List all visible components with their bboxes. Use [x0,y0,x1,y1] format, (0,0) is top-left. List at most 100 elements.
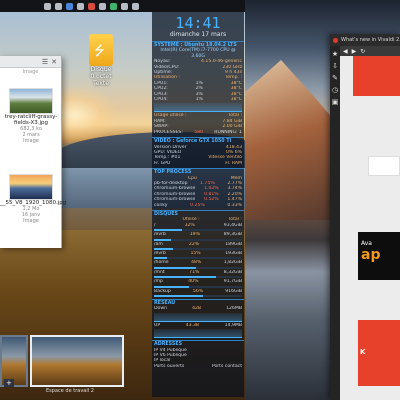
download-icon[interactable]: ⇩ [330,63,340,70]
conky-monitor: 14:41 dimanche 17 mars SYSTEME : Ubuntu … [152,12,244,397]
browser-titlebar[interactable]: What's new in Vivaldi 2.3 [330,34,400,46]
network-header: RESEAU [152,299,244,306]
disk-label: / [154,222,156,228]
browser-tab-title[interactable]: What's new in Vivaldi 2.3 [341,37,400,43]
net-down-graph [154,312,242,322]
tray-app-icon[interactable] [121,2,128,10]
notes-icon[interactable]: ✎ [330,75,340,82]
tray-app-icon[interactable] [132,2,139,10]
disk-label: /evrb [154,232,166,238]
usb-label: Disque [90,66,112,73]
disk-label: Backup [154,288,171,294]
net-down-value: 42B [192,306,202,312]
process-cpu: 0.25% [190,202,205,208]
workspace-thumbnail-active[interactable] [30,335,124,387]
disk-row: /evrb 19% 89,3GiB [152,232,244,237]
disk-usage-bar [154,285,242,288]
bookmark-icon[interactable]: ★ [330,51,340,58]
disk-usage-fill [154,229,183,232]
video-info-row: Fr. GPU Fr. RAM [152,161,244,166]
top-cpu-head: Cpu [187,175,197,181]
disk-label: /home [154,260,169,266]
net-down-label: Down [154,306,168,312]
process-row: conky 0.25% 0.33% [152,203,244,208]
disk-usage-fill [154,238,171,241]
disk-usage-bar [154,266,242,269]
disk-usage-bar [154,295,242,298]
usb-type: Texte [93,80,109,87]
cpu-temp: 38°C [230,97,242,103]
disk-usage-fill [154,257,168,260]
history-icon[interactable]: ◷ [330,87,340,94]
content-card[interactable] [368,156,400,176]
list-view-icon[interactable]: ☰ [42,58,48,66]
disk-label: /mp [154,279,163,285]
tray-app-icon[interactable] [44,2,51,10]
clock-time: 14:41 [175,14,221,32]
back-icon[interactable]: ◀ [343,48,348,55]
cpu-graph [154,103,242,113]
disk-total: 93,4GiB [223,222,242,228]
panel-icon[interactable]: ▣ [330,99,340,106]
tray-app-icon[interactable] [88,2,95,10]
process-mem: 0.33% [227,202,242,208]
net-down-total: 126MB [226,306,242,312]
vivaldi-icon [333,37,338,43]
tray-app-icon[interactable] [110,2,117,10]
close-icon[interactable]: ✕ [51,58,57,66]
cpu-model: Intel(R) Core(TM) i7-7700 CPU @ 3.60G [160,48,236,59]
tray-app-icon[interactable] [55,2,62,10]
net-up-graph [154,329,242,339]
add-workspace-button[interactable]: + [4,379,14,387]
reload-icon[interactable]: ↻ [360,48,365,55]
file-item[interactable]: __55_V8_1920_1080.jpg 1,2 Mo 16 janv Ima… [0,174,66,224]
usb-icon [89,34,113,66]
net-up-label: UP [154,322,161,328]
net-up-value: 43.3B [185,322,200,328]
disk-row: Backup 56% 916GiB [152,289,244,294]
browser-sidebar: ★ ⇩ ✎ ◷ ▣ [330,46,340,400]
disk-used: 22% [188,241,200,247]
disk-usage-bar [154,248,242,250]
usb-drive-desktop-icon[interactable]: Disque 0 octet Texte [84,34,118,87]
tray-app-icon[interactable] [66,2,73,10]
cpu-value: 1% [195,97,203,103]
disk-total: 8,32GiB [223,269,242,275]
disk-usage-fill [154,285,190,288]
promo-banner[interactable] [353,56,400,96]
disk-usage-fill [154,266,197,269]
disk-usage-bar [154,238,242,241]
mail-icon[interactable] [77,2,84,10]
net-up-row: UP 43.3B 14,9MB [152,323,244,328]
disk-total: 91,7GiB [223,279,242,285]
disk-used: 15% [190,251,201,256]
disk-row: /mnt 71% 8,32GiB [152,270,244,275]
promo-banner[interactable]: K [358,320,400,386]
disk-used: 40% [188,279,199,285]
disk-row: /am 22% 189GiB [152,242,244,247]
file-name: trey-ratcliff-grassy-fields-X3.jpg [4,114,58,126]
processes-row: PROCESSES: 580 RUNNING: 1 [152,130,244,135]
browser-navbar: ◀ ▶ ↻ [340,46,400,56]
forward-icon[interactable]: ▶ [352,48,357,55]
video-header: VIDEO : Geforce GTX 1050 Ti [152,137,244,144]
processes-label: PROCESSES: [154,129,183,135]
promo-card[interactable]: Ava ap [358,232,400,280]
disk-total: 189GiB [225,241,242,247]
processes-value: 580 [194,129,203,135]
disk-used: 19% [189,232,200,238]
clock-date: dimanche 17 mars [169,31,227,38]
cpu-row: CPU4: 1% 38°C [152,97,244,102]
disk-total: 916GiB [225,288,242,294]
disk-used: 56% [192,288,204,294]
addresses-header: ADRESSES [152,340,244,347]
disk-row: /evrb 15% 193GiB [152,251,244,256]
chat-icon[interactable] [99,2,106,10]
file-item[interactable]: trey-ratcliff-grassy-fields-X3.jpg 682,3… [0,88,62,144]
disk-list: / 32% 93,4GiB/evrb 19% 89,3GiB/am 22% 189GiB/e… [152,222,244,298]
file-thumbnail [9,174,53,200]
disk-row: /mp 40% 91,7GiB [152,279,244,284]
file-type: Image [23,218,39,224]
file-manager-path: Image [22,69,39,75]
file-manager-window: ☰ ✕ Image trey-ratcliff-grassy-fields-X3… [0,56,66,248]
